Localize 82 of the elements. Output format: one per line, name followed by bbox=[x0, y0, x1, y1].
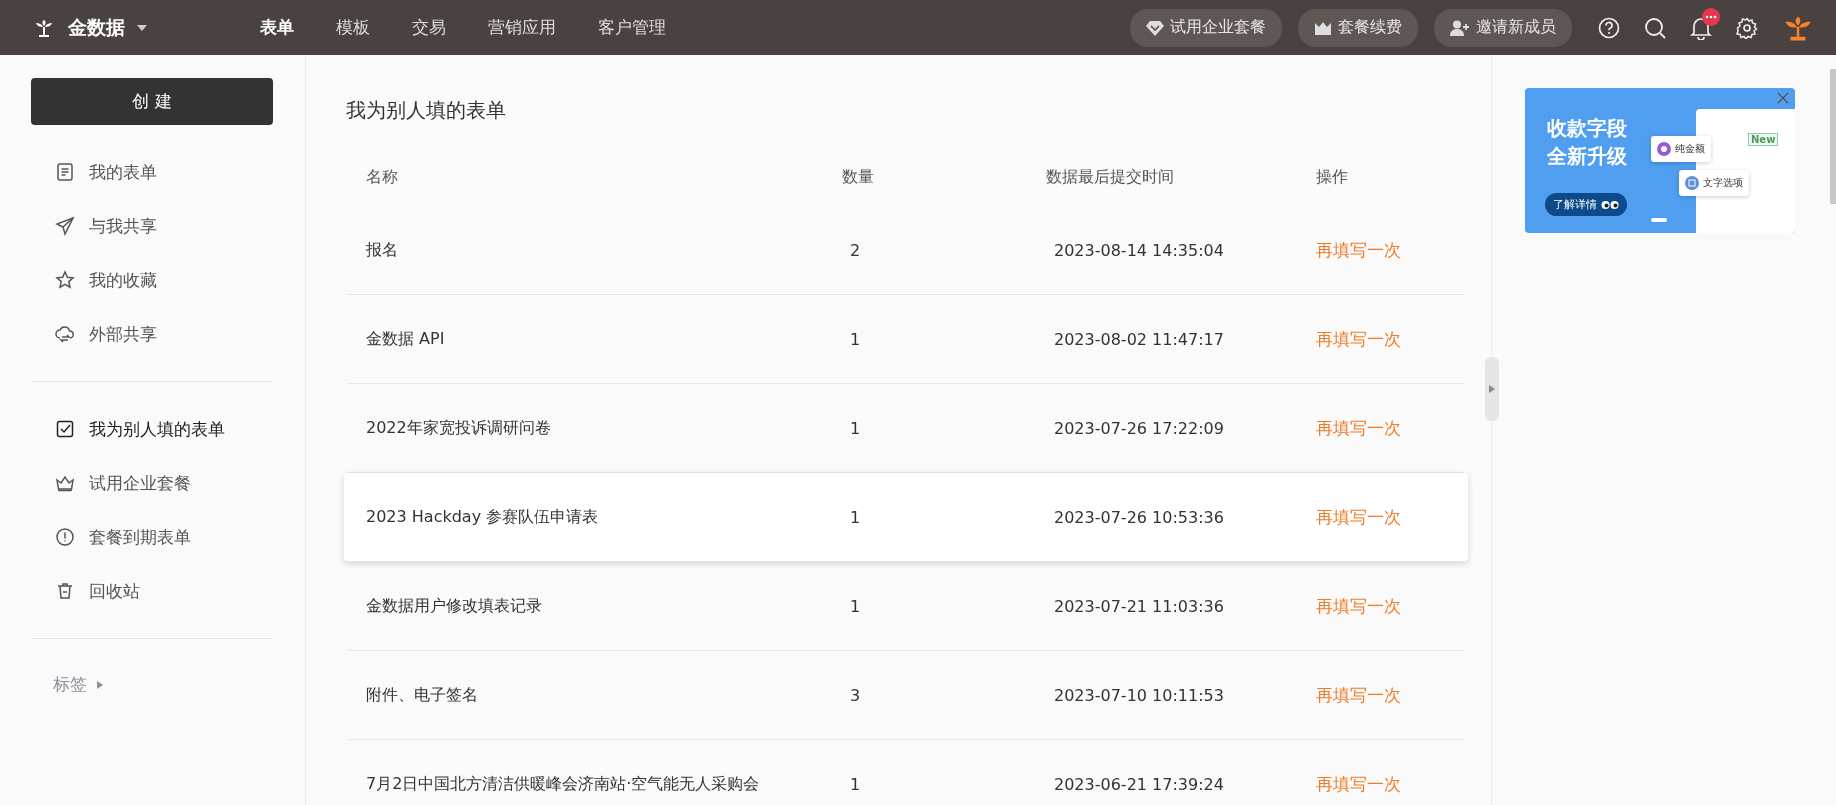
caret-icon bbox=[1489, 385, 1495, 393]
action-button[interactable]: 套餐续费 bbox=[1298, 8, 1418, 47]
trash-icon bbox=[55, 581, 75, 601]
caret-icon bbox=[97, 680, 103, 689]
caret-icon[interactable] bbox=[137, 24, 147, 31]
sidebar-item[interactable]: 我的收藏 bbox=[31, 253, 273, 307]
nav-tab[interactable]: 模板 bbox=[318, 16, 388, 39]
bell-icon[interactable] bbox=[1690, 15, 1712, 40]
create-button[interactable]: 创 建 bbox=[31, 78, 273, 125]
banner-headline: 全新升级 bbox=[1547, 143, 1627, 170]
sidebar-item[interactable]: 我的表单 bbox=[31, 145, 273, 199]
table-row[interactable]: 附件、电子签名 3 2023-07-10 10:11:53 再填写一次 bbox=[348, 651, 1464, 740]
settings-icon[interactable] bbox=[1736, 16, 1758, 39]
count-cell-text: 3 bbox=[849, 685, 862, 705]
form-name-cell-text: 金数据用户修改填表记录 bbox=[366, 595, 543, 617]
form-name-cell-text: 2023 Hackday 参赛队伍申请表 bbox=[366, 506, 600, 528]
scrollbar-thumb[interactable] bbox=[1830, 69, 1836, 204]
table-row[interactable]: 报名 2 2023-08-14 14:35:04 再填写一次 bbox=[348, 206, 1464, 295]
coin-icon bbox=[1657, 142, 1671, 156]
sidebar-item[interactable]: 我为别人填的表单 bbox=[31, 402, 273, 456]
action-button[interactable]: 试用企业套餐 bbox=[1130, 8, 1282, 47]
count-cell-text: 1 bbox=[849, 418, 862, 438]
time-cell-text: 2023-07-26 17:22:09 bbox=[1053, 418, 1225, 438]
collapse-handle[interactable] bbox=[1485, 357, 1499, 421]
form-name-cell-text: 报名 bbox=[366, 239, 399, 261]
search-icon[interactable] bbox=[1644, 16, 1666, 39]
time-cell-text: 2023-07-26 10:53:36 bbox=[1053, 507, 1225, 527]
sidebar-item[interactable]: 试用企业套餐 bbox=[31, 456, 273, 510]
form-name-cell-text: 附件、电子签名 bbox=[366, 684, 479, 706]
table-row[interactable]: 金数据用户修改填表记录 1 2023-07-21 11:03:36 再填写一次 bbox=[348, 562, 1464, 651]
column-header: 数量 bbox=[842, 166, 875, 188]
nav-tab[interactable]: 表单 bbox=[242, 16, 312, 39]
count-cell-text: 1 bbox=[849, 774, 862, 794]
eyes-icon bbox=[1601, 199, 1619, 210]
page-title: 我为别人填的表单 bbox=[346, 97, 507, 124]
cloud-icon bbox=[55, 324, 75, 344]
nav-tab[interactable]: 交易 bbox=[394, 16, 464, 39]
table-row[interactable]: 2023 Hackday 参赛队伍申请表 1 2023-07-26 10:53:36 再填写一次 bbox=[344, 473, 1468, 562]
count-cell-text: 1 bbox=[849, 596, 862, 616]
count-cell-text: 1 bbox=[849, 329, 862, 349]
sidebar-item[interactable]: 与我共享 bbox=[31, 199, 273, 253]
field-chip: 文字选项 bbox=[1679, 170, 1749, 196]
close-icon[interactable] bbox=[1777, 92, 1789, 104]
brand-name[interactable]: 金数据 bbox=[68, 14, 125, 41]
column-header: 操作 bbox=[1316, 166, 1348, 188]
time-cell-text: 2023-08-14 14:35:04 bbox=[1053, 240, 1225, 260]
diamond-icon bbox=[1146, 19, 1164, 36]
nav-tab[interactable]: 营销应用 bbox=[470, 16, 574, 39]
help-icon[interactable] bbox=[1598, 16, 1620, 39]
sidebar-item[interactable]: 回收站 bbox=[31, 564, 273, 618]
table-row[interactable]: 7月2日中国北方清洁供暖峰会济南站·空气能无人采购会 1 2023-06-21 17:39:24 再填写一次 bbox=[348, 740, 1464, 805]
document-icon bbox=[55, 162, 75, 182]
time-cell-text: 2023-08-02 11:47:17 bbox=[1053, 329, 1225, 349]
time-cell-text: 2023-07-10 10:11:53 bbox=[1053, 685, 1225, 705]
checkbox-icon bbox=[55, 419, 75, 439]
notification-badge-icon bbox=[1702, 7, 1720, 26]
count-cell-text: 2 bbox=[849, 240, 862, 260]
alert-icon bbox=[55, 527, 75, 547]
form-name-cell-text: 金数据 API bbox=[366, 328, 446, 350]
time-cell-text: 2023-06-21 17:39:24 bbox=[1053, 774, 1225, 794]
learn-more-button[interactable]: 了解详情 bbox=[1545, 193, 1627, 216]
table-row[interactable]: 金数据 API 1 2023-08-02 11:47:17 再填写一次 bbox=[348, 295, 1464, 384]
star-icon bbox=[55, 270, 75, 290]
crown-icon bbox=[1314, 20, 1332, 35]
banner-headline: 收款字段 bbox=[1547, 115, 1627, 142]
promo-banner[interactable]: 收款字段 全新升级 了解详情 New 纯金额 文字选项 bbox=[1525, 88, 1795, 233]
add-user-icon bbox=[1450, 19, 1470, 36]
form-name-cell-text: 2022年家宽投诉调研问卷 bbox=[366, 417, 552, 439]
column-header: 名称 bbox=[366, 166, 399, 188]
text-option-icon bbox=[1685, 176, 1699, 190]
sidebar-item[interactable]: 外部共享 bbox=[31, 307, 273, 361]
sidebar-item[interactable]: 套餐到期表单 bbox=[31, 510, 273, 564]
nav-tab[interactable]: 客户管理 bbox=[580, 16, 684, 39]
form-name-cell-text: 7月2日中国北方清洁供暖峰会济南站·空气能无人采购会 bbox=[366, 773, 761, 795]
column-header: 数据最后提交时间 bbox=[1046, 166, 1175, 188]
time-cell-text: 2023-07-21 11:03:36 bbox=[1053, 596, 1225, 616]
count-cell-text: 1 bbox=[849, 507, 862, 527]
crown-icon bbox=[55, 473, 75, 493]
paper-plane-icon bbox=[55, 216, 75, 236]
new-tag: New bbox=[1748, 133, 1779, 146]
action-button[interactable]: 邀请新成员 bbox=[1434, 8, 1572, 47]
field-chip: 纯金额 bbox=[1651, 136, 1711, 162]
